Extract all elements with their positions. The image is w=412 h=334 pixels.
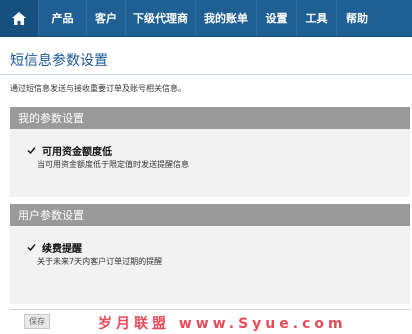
nav-home-button[interactable] <box>0 0 39 36</box>
panel-header: 用户参数设置 <box>10 204 410 226</box>
title-divider <box>0 74 412 75</box>
check-icon <box>27 244 36 252</box>
page-description: 通过短信息发送与接收重要订单及账号相关信息。 <box>10 84 186 93</box>
home-icon <box>12 11 26 25</box>
nav-item-customers[interactable]: 客户 <box>87 0 126 36</box>
save-button[interactable]: 保存 <box>24 314 50 329</box>
check-icon <box>27 147 36 155</box>
top-nav: 产品 客户 下级代理商 我的账单 设置 工具 帮助 <box>0 0 412 37</box>
nav-item-subagents[interactable]: 下级代理商 <box>126 0 196 36</box>
footer-divider <box>10 309 410 310</box>
nav-item-settings[interactable]: 设置 <box>257 0 297 36</box>
low-balance-option[interactable]: 可用资金额度低 <box>27 143 112 158</box>
checkbox-renewal-reminder[interactable] <box>27 243 36 252</box>
page-title: 短信息参数设置 <box>10 53 108 69</box>
nav-item-my-bills[interactable]: 我的账单 <box>196 0 257 36</box>
option-help-text: 当可用资金额度低于限定值时发送提醒信息 <box>37 160 189 169</box>
checkbox-low-balance[interactable] <box>27 146 36 155</box>
option-help-text: 关于未来7天内客户订单过期的提醒 <box>37 257 163 266</box>
my-settings-panel: 我的参数设置 可用资金额度低 当可用资金额度低于限定值时发送提醒信息 <box>10 107 410 197</box>
option-label: 续费提醒 <box>42 244 82 255</box>
nav-item-products[interactable]: 产品 <box>39 0 87 36</box>
renewal-reminder-option[interactable]: 续费提醒 <box>27 240 82 255</box>
watermark-text: 岁月联盟 www.Syue.com <box>98 316 347 332</box>
user-settings-panel: 用户参数设置 续费提醒 关于未来7天内客户订单过期的提醒 <box>10 204 410 304</box>
panel-header: 我的参数设置 <box>10 107 410 129</box>
nav-item-tools[interactable]: 工具 <box>297 0 337 36</box>
option-label: 可用资金额度低 <box>42 147 112 158</box>
nav-item-help[interactable]: 帮助 <box>337 0 377 36</box>
